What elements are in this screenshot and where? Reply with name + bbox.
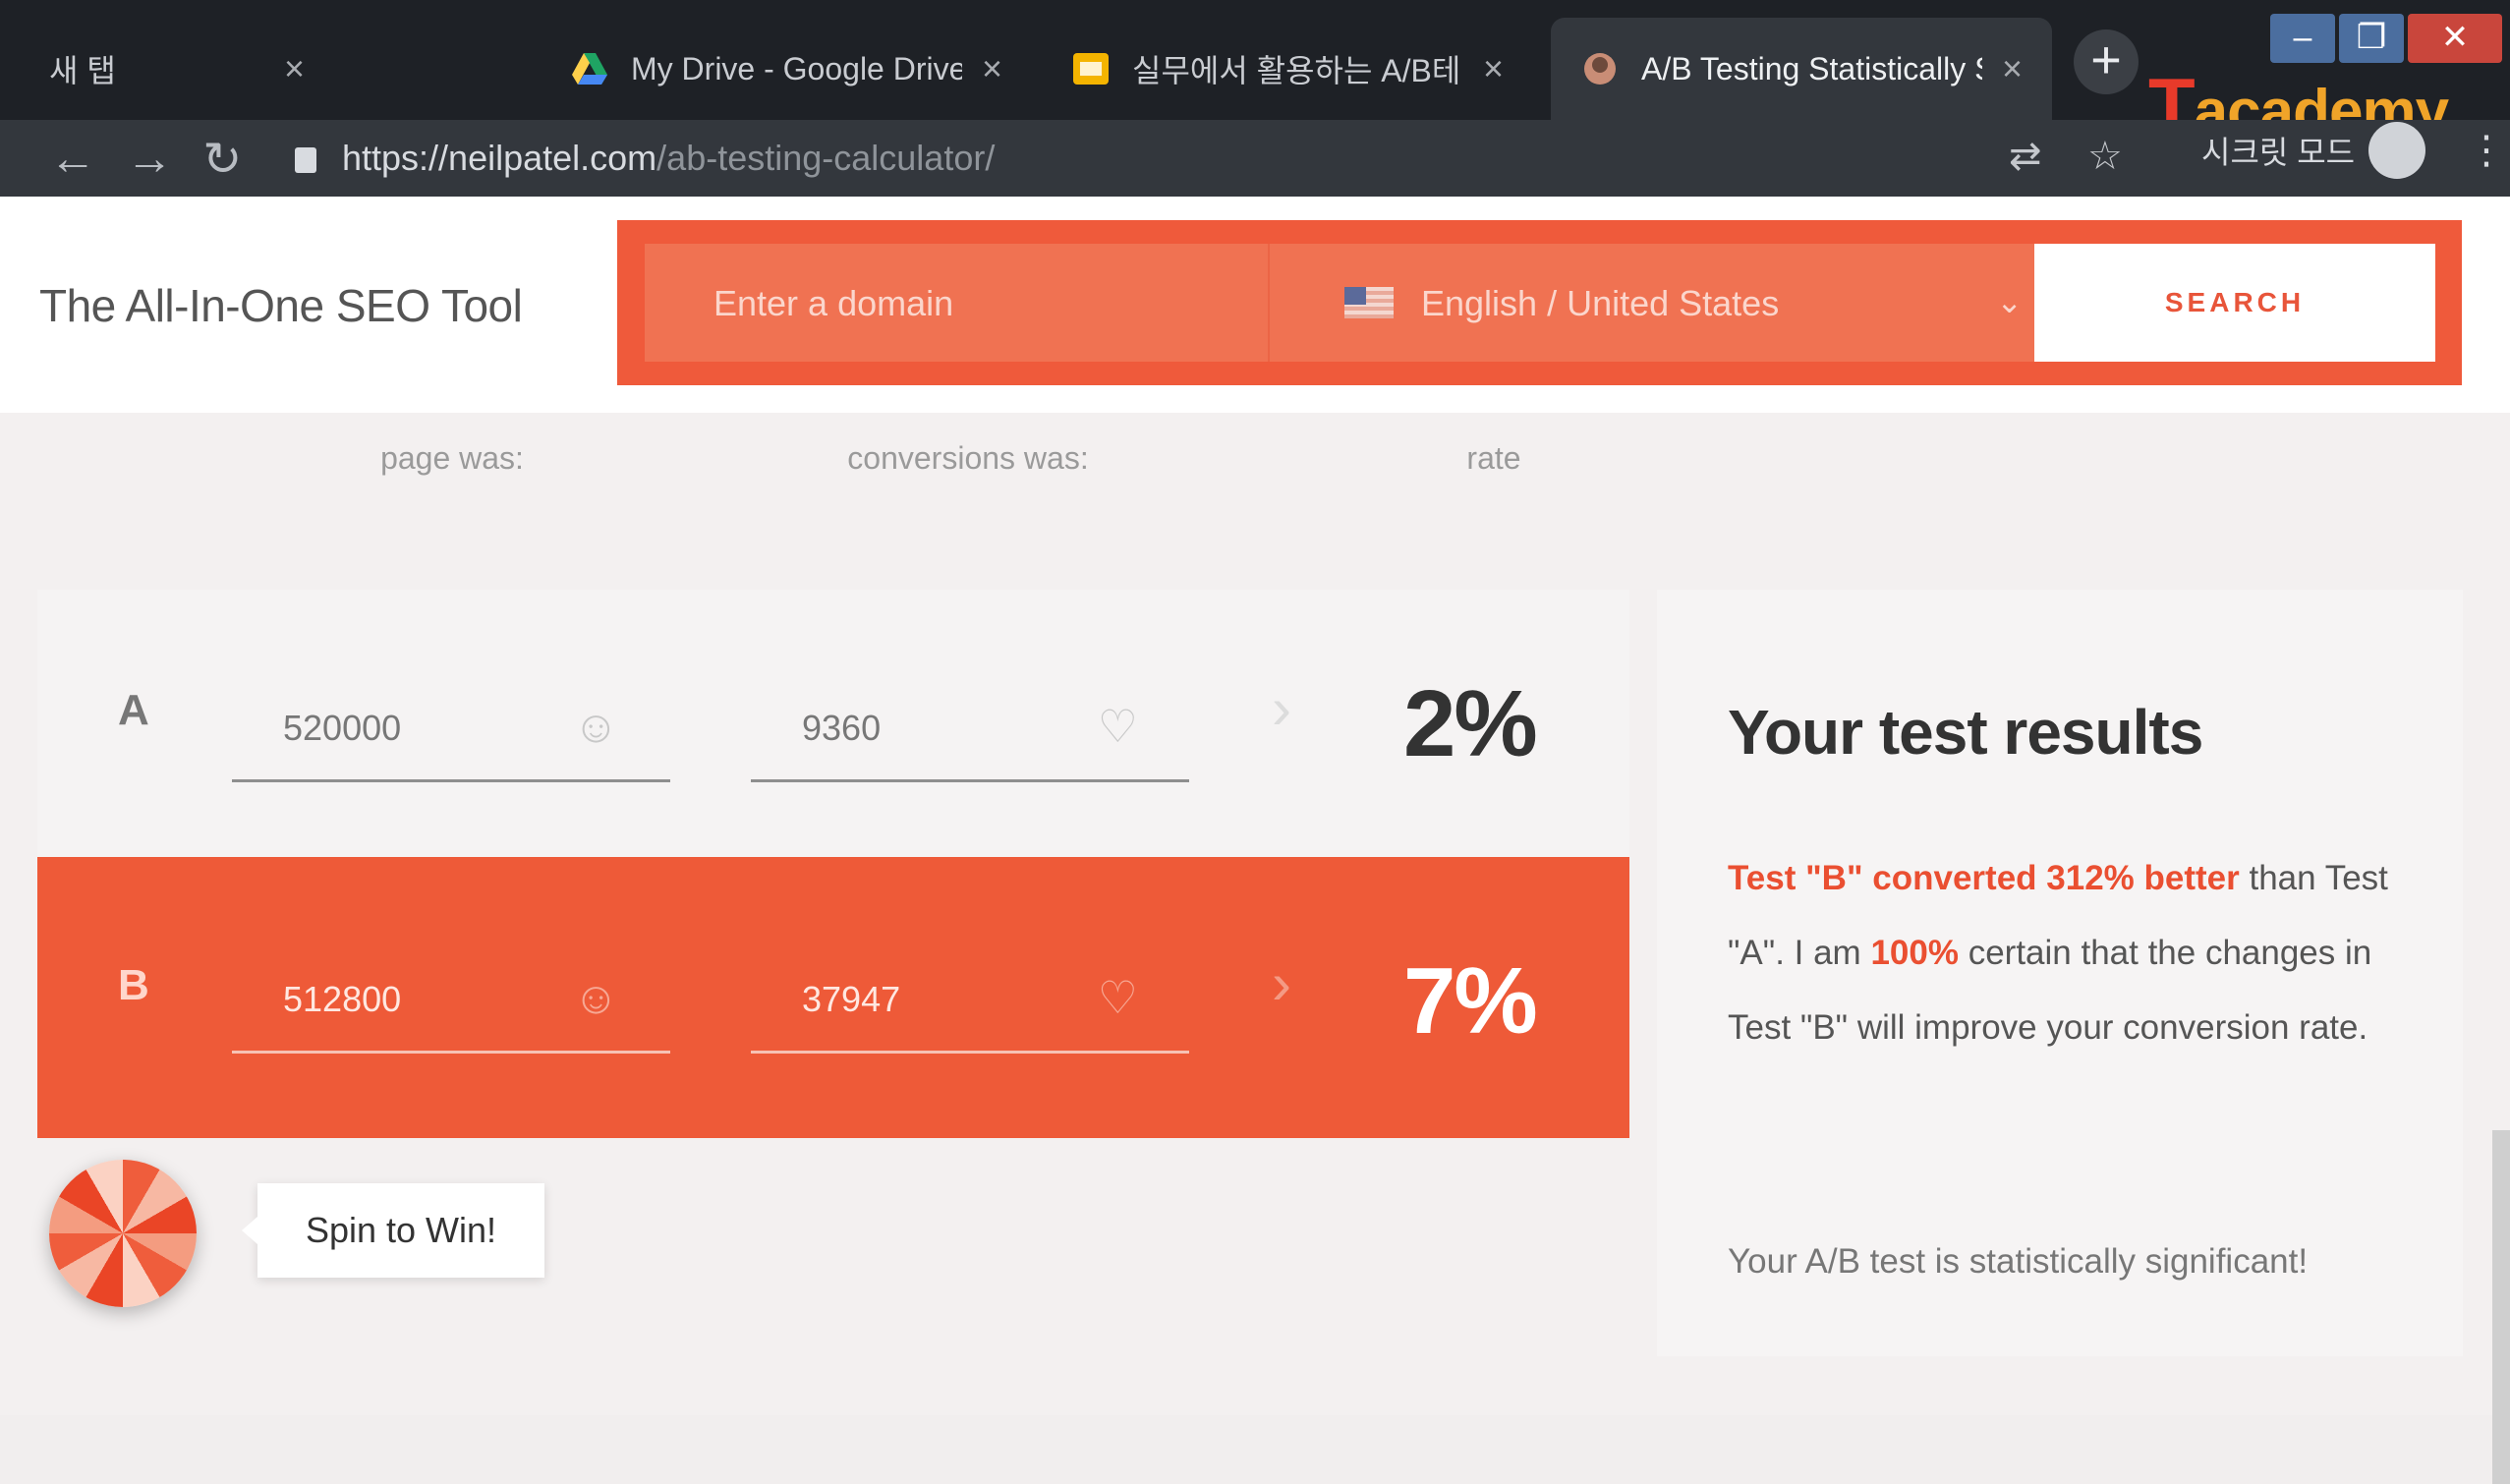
close-icon[interactable]: × — [2002, 48, 2023, 89]
variant-row-b: B 512800 ☺ 37947 ♡ › 7% — [37, 857, 1629, 1138]
incognito-avatar[interactable] — [2368, 122, 2425, 179]
domain-input[interactable]: Enter a domain English / United States ⌄ — [645, 244, 2082, 362]
results-title: Your test results — [1728, 697, 2203, 768]
reload-icon[interactable]: ↻ — [202, 132, 242, 187]
neilpatel-favicon-icon — [1584, 53, 1616, 85]
ab-calculator: page was: conversions was: rate A 520000… — [0, 413, 2510, 1484]
window-close-button[interactable]: ✕ — [2408, 14, 2502, 63]
tab-title: 실무에서 활용하는 A/B테 — [1132, 53, 1461, 88]
conversions-input[interactable]: 37947 ♡ — [751, 936, 1189, 1054]
close-icon[interactable]: × — [1483, 48, 1504, 89]
tab-new-tab[interactable]: 새 탭 × — [20, 18, 334, 120]
close-icon[interactable]: × — [284, 48, 305, 89]
rate-column-label: rate — [1466, 440, 1521, 476]
maximize-button[interactable]: ❐ — [2339, 14, 2404, 63]
lock-icon — [295, 147, 316, 173]
visitors-value: 512800 — [283, 979, 402, 1019]
locale-select[interactable]: English / United States ⌄ — [1268, 244, 2082, 362]
forward-arrow-icon[interactable]: → — [126, 132, 173, 186]
heart-icon: ♡ — [1097, 972, 1138, 1023]
results-summary: Test "B" converted 312% better than Test… — [1728, 841, 2416, 1065]
close-icon[interactable]: × — [982, 48, 1002, 89]
visitors-column-label: page was: — [380, 440, 524, 476]
variant-letter: A — [118, 686, 149, 734]
conversions-value: 9360 — [802, 708, 882, 748]
conversion-rate: 2% — [1403, 671, 1538, 776]
conversions-value: 37947 — [802, 979, 901, 1019]
tab-slides[interactable]: 실무에서 활용하는 A/B테 × — [1042, 18, 1533, 120]
user-icon: ☺ — [573, 701, 619, 752]
certainty-highlight: 100% — [1870, 934, 1959, 972]
variant-letter: B — [118, 961, 149, 1009]
url-path: /ab-testing-calculator/ — [656, 138, 996, 178]
menu-icon[interactable]: ⋮ — [2467, 128, 2506, 173]
tab-title: A/B Testing Statistically S — [1641, 50, 1982, 86]
seo-search-panel: Enter a domain English / United States ⌄… — [617, 220, 2462, 385]
domain-placeholder: Enter a domain — [713, 283, 954, 323]
minimize-button[interactable]: ‒ — [2270, 14, 2335, 63]
brand-title: The All-In-One SEO Tool — [39, 280, 523, 331]
visitors-input[interactable]: 520000 ☺ — [232, 664, 670, 782]
scrollbar[interactable] — [2492, 1130, 2510, 1484]
conversions-column-label: conversions was: — [847, 440, 1089, 476]
tab-title: 새 탭 — [49, 53, 116, 88]
heart-icon: ♡ — [1097, 701, 1138, 752]
conversion-rate: 7% — [1403, 948, 1538, 1054]
star-icon[interactable]: ☆ — [2087, 134, 2123, 179]
chevron-down-icon: ⌄ — [1996, 284, 2023, 319]
incognito-label: 시크릿 모드 — [2201, 135, 2356, 170]
site-header: The All-In-One SEO Tool Enter a domain E… — [0, 197, 2510, 413]
visitors-input[interactable]: 512800 ☺ — [232, 936, 670, 1054]
variant-row-a: A 520000 ☺ 9360 ♡ › 2% — [37, 590, 1629, 865]
results-panel: Your test results Test "B" converted 312… — [1657, 590, 2463, 1356]
user-icon: ☺ — [573, 972, 619, 1023]
back-arrow-icon[interactable]: ← — [49, 132, 96, 186]
browser-toolbar: ← → ↻ https://neilpatel.com/ab-testing-c… — [0, 120, 2510, 197]
significance-text: Your A/B test is statistically significa… — [1728, 1242, 2309, 1281]
visitors-value: 520000 — [283, 708, 402, 748]
new-tab-button[interactable]: + — [2074, 29, 2139, 94]
chevron-right-icon: › — [1272, 675, 1291, 741]
browser-tab-bar: 새 탭 × My Drive - Google Drive × 실무에서 활용하… — [0, 0, 2510, 148]
slides-icon — [1073, 53, 1109, 85]
translate-icon[interactable]: ⇄ — [2009, 134, 2042, 179]
search-button[interactable]: SEARCH — [2034, 244, 2435, 362]
spin-wheel-icon[interactable] — [49, 1160, 197, 1307]
chevron-right-icon: › — [1272, 950, 1291, 1016]
tab-ab-testing[interactable]: A/B Testing Statistically S × — [1551, 18, 2052, 120]
google-drive-icon — [572, 53, 607, 85]
tab-google-drive[interactable]: My Drive - Google Drive × — [541, 18, 1032, 120]
address-bar[interactable]: https://neilpatel.com/ab-testing-calcula… — [295, 128, 1966, 189]
locale-label: English / United States — [1421, 283, 1780, 323]
result-highlight: Test "B" converted 312% better — [1728, 859, 2240, 897]
spin-to-win-button[interactable]: Spin to Win! — [242, 1183, 544, 1278]
tab-title: My Drive - Google Drive — [631, 50, 962, 86]
conversions-input[interactable]: 9360 ♡ — [751, 664, 1189, 782]
url-domain: https://neilpatel.com — [342, 138, 657, 178]
us-flag-icon — [1344, 287, 1394, 318]
